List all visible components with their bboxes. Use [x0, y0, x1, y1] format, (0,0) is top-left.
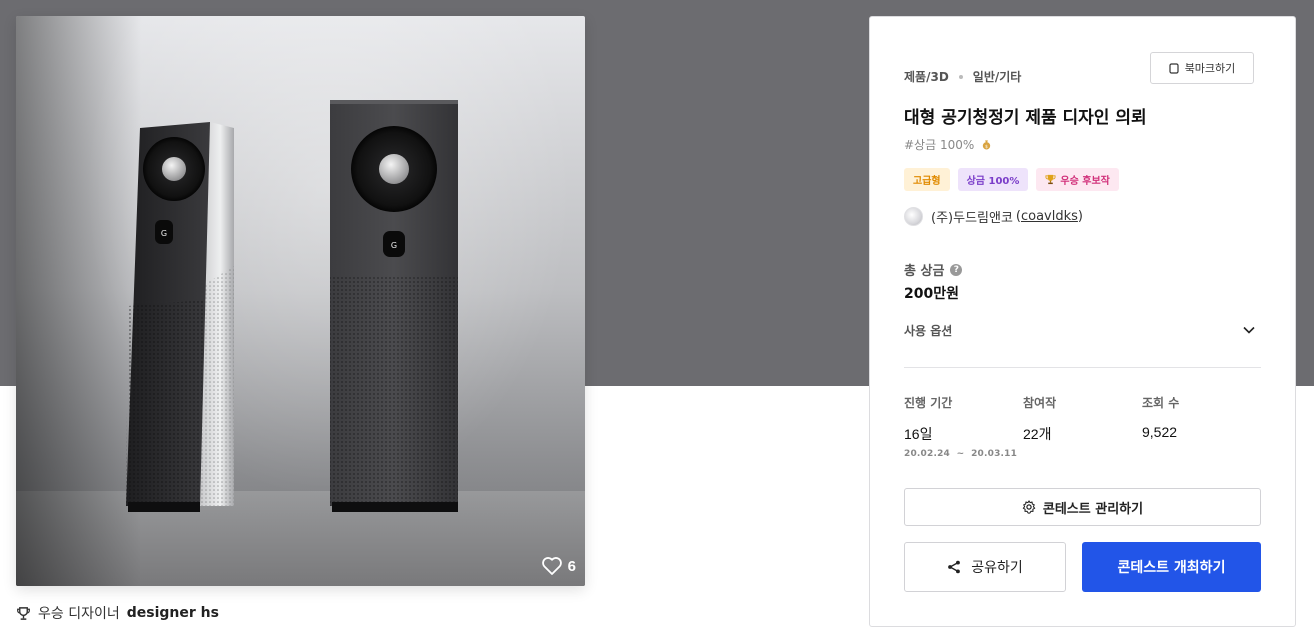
air-purifier-render: G G [126, 100, 458, 512]
bookmark-icon [1169, 62, 1179, 74]
total-prize-label: 총 상금 ? [904, 260, 963, 279]
chevron-down-icon [1243, 326, 1255, 334]
hashtag-row: #상금 100% $ [904, 136, 992, 153]
help-icon[interactable]: ? [950, 263, 963, 276]
stat-period-range: 20.02.24 ~ 20.03.11 [904, 449, 1018, 459]
winner-name[interactable]: designer hs [127, 605, 219, 621]
bookmark-label: 북마크하기 [1184, 62, 1236, 75]
share-label: 공유하기 [971, 560, 1023, 576]
host-id-wrap: (coavldks) [1015, 209, 1083, 224]
tag-winner-candidate-label: 우승 후보작 [1060, 176, 1110, 187]
host-name: (주)두드림앤코 [931, 211, 1013, 226]
usage-options-label: 사용 옵션 [904, 323, 953, 338]
stat-period: 진행 기간 16일 20.02.24 ~ 20.03.11 [904, 394, 1017, 459]
trophy-icon [1045, 174, 1056, 185]
svg-text:G: G [161, 229, 167, 238]
manage-contest-label: 콘테스트 관리하기 [1042, 501, 1144, 517]
contest-tags: 고급형 상금 100% 우승 후보작 [904, 168, 1119, 191]
total-prize-text: 총 상금 [904, 264, 945, 279]
total-prize-value: 200만원 [904, 286, 959, 302]
tag-premium: 고급형 [904, 168, 950, 191]
like-count: 6 [567, 557, 576, 575]
usage-options-toggle[interactable]: 사용 옵션 [904, 320, 1261, 340]
trophy-icon [17, 606, 30, 620]
tag-prize-100: 상금 100% [957, 168, 1029, 191]
host-id-link[interactable]: coavldks [1021, 209, 1078, 224]
host-contest-button[interactable]: 콘테스트 개최하기 [1082, 542, 1261, 592]
svg-text:G: G [391, 241, 397, 250]
stat-entries-label: 참여작 [1023, 396, 1057, 410]
bookmark-button[interactable]: 북마크하기 [1150, 52, 1254, 84]
contest-title: 대형 공기청정기 제품 디자인 의뢰 [904, 108, 1147, 128]
hashtag[interactable]: #상금 100% [904, 138, 974, 152]
breadcrumb: 제품/3D 일반/기타 [904, 68, 1021, 85]
svg-text:$: $ [985, 144, 988, 150]
stat-period-label: 진행 기간 [904, 396, 953, 410]
stat-views-value: 9,522 [1142, 424, 1178, 440]
gear-icon [1022, 500, 1036, 514]
like-button[interactable]: 6 [541, 557, 576, 575]
stat-views-label: 조회 수 [1142, 396, 1180, 410]
share-icon [948, 560, 961, 574]
divider [904, 367, 1261, 368]
category-link[interactable]: 제품/3D [904, 68, 949, 85]
share-button[interactable]: 공유하기 [904, 542, 1066, 592]
winner-prefix: 우승 디자이너 [38, 606, 120, 622]
host-info: (주)두드림앤코 (coavldks) [904, 207, 1083, 226]
stat-views: 조회 수 9,522 [1142, 394, 1179, 440]
stat-entries: 참여작 22개 [1023, 394, 1056, 444]
contest-stats: 진행 기간 16일 20.02.24 ~ 20.03.11 참여작 22개 조회… [904, 394, 1261, 464]
contest-info-panel: 제품/3D 일반/기타 북마크하기 대형 공기청정기 제품 디자인 의뢰 #상금… [869, 16, 1296, 627]
tag-winner-candidate: 우승 후보작 [1036, 168, 1119, 191]
host-avatar [904, 207, 923, 226]
heart-icon [541, 557, 562, 575]
winning-design-image[interactable]: G G 6 [16, 16, 585, 586]
breadcrumb-separator [958, 74, 963, 79]
money-bag-icon: $ [982, 140, 991, 150]
manage-contest-button[interactable]: 콘테스트 관리하기 [904, 488, 1261, 526]
winner-designer: 우승 디자이너 designer hs [16, 603, 219, 623]
subcategory-link[interactable]: 일반/기타 [973, 68, 1022, 85]
stat-entries-value: 22개 [1023, 426, 1052, 442]
stat-period-value: 16일 [904, 426, 933, 442]
